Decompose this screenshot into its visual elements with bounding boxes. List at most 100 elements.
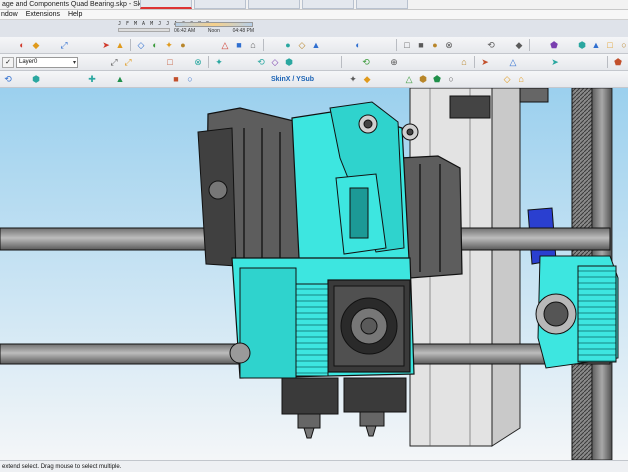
entity-info-icon[interactable] — [416, 56, 428, 68]
scale-icon[interactable]: ◐ — [149, 39, 161, 51]
uv-icon[interactable] — [319, 73, 331, 85]
mirror-icon[interactable] — [577, 56, 589, 68]
soften-icon[interactable] — [430, 56, 442, 68]
record-icon[interactable]: ○ — [184, 73, 196, 85]
pencil-icon[interactable] — [44, 39, 56, 51]
stop-icon[interactable]: ■ — [170, 73, 182, 85]
round-icon[interactable] — [459, 73, 471, 85]
layer-visibility-icon[interactable]: ✓ — [2, 56, 14, 68]
shrink-icon[interactable]: ✚ — [86, 73, 98, 85]
layers-icon[interactable] — [346, 56, 358, 68]
bend-icon[interactable]: ◆ — [361, 73, 373, 85]
bezier-icon[interactable]: ⊗ — [192, 56, 204, 68]
component-icon[interactable]: ⟲ — [485, 39, 497, 51]
chamfer-icon[interactable]: □ — [164, 56, 176, 68]
fredo-scale-icon[interactable]: ⬢ — [417, 73, 429, 85]
twist-icon[interactable] — [375, 73, 387, 85]
month-slider[interactable] — [118, 28, 170, 32]
curviloft-icon[interactable]: ⬟ — [431, 73, 443, 85]
browser-tab[interactable] — [248, 0, 300, 9]
top-view-icon[interactable]: ◇ — [296, 39, 308, 51]
sandbox-icon[interactable]: ⌂ — [458, 56, 470, 68]
rotate-icon[interactable]: ◇ — [135, 39, 147, 51]
polyline-icon[interactable] — [227, 56, 239, 68]
position-camera-icon[interactable]: ○ — [618, 39, 628, 51]
spline-icon[interactable]: ✦ — [213, 56, 225, 68]
smoove-icon[interactable]: △ — [507, 56, 519, 68]
protractor-icon[interactable] — [94, 56, 106, 68]
shaded-icon[interactable]: ■ — [415, 39, 427, 51]
push-pull-icon[interactable]: ➤ — [100, 39, 112, 51]
iso-view-icon[interactable]: ● — [282, 39, 294, 51]
rectangle-icon[interactable]: ⤢ — [58, 39, 70, 51]
joint-push-pull-icon[interactable]: ○ — [445, 73, 457, 85]
stamp-icon[interactable] — [521, 56, 533, 68]
dimension-icon[interactable] — [80, 56, 92, 68]
light-icon[interactable] — [212, 73, 224, 85]
fog-icon[interactable]: ⬟ — [548, 39, 560, 51]
warehouse-icon[interactable] — [499, 39, 511, 51]
outliner-icon[interactable] — [325, 56, 337, 68]
look-around-icon[interactable]: □ — [604, 39, 616, 51]
zoom-extents-icon[interactable] — [268, 39, 280, 51]
browser-tab[interactable] — [302, 0, 354, 9]
crease-icon[interactable] — [16, 73, 28, 85]
shape-bender-icon[interactable]: △ — [403, 73, 415, 85]
move-icon[interactable]: ▲ — [114, 39, 126, 51]
knife-icon[interactable]: ⬢ — [30, 73, 42, 85]
paint-bucket-icon[interactable]: ◆ — [30, 39, 42, 51]
styles-icon[interactable]: ⟲ — [360, 56, 372, 68]
menu-window[interactable]: ndow — [1, 11, 18, 18]
vertex-tools-icon[interactable] — [487, 73, 499, 85]
invert-icon[interactable] — [100, 73, 112, 85]
model-viewport[interactable] — [0, 88, 628, 460]
lock-icon[interactable] — [297, 56, 309, 68]
circle-icon[interactable] — [72, 39, 84, 51]
zoom-icon[interactable]: ⌂ — [247, 39, 259, 51]
right-view-icon[interactable] — [324, 39, 336, 51]
vertex-mode-icon[interactable]: ▲ — [114, 73, 126, 85]
camera-icon[interactable]: ⬢ — [576, 39, 588, 51]
offset-icon[interactable]: ✦ — [163, 39, 175, 51]
section-display-icon[interactable] — [471, 39, 483, 51]
orbit-icon[interactable]: △ — [219, 39, 231, 51]
from-scratch-icon[interactable] — [493, 56, 505, 68]
extension-icon[interactable]: ◆ — [513, 39, 525, 51]
export-icon[interactable] — [529, 73, 541, 85]
layer-dropdown[interactable]: Layer0 ▾ — [16, 56, 78, 68]
textured-icon[interactable]: ● — [429, 39, 441, 51]
xray-icon[interactable] — [366, 39, 378, 51]
3d-text-icon[interactable]: ⤢ — [108, 56, 120, 68]
browser-tab[interactable] — [194, 0, 246, 9]
texture-icon[interactable] — [254, 73, 266, 85]
skin-toolbar-label[interactable]: SkinX / YSub — [268, 76, 317, 83]
text-icon[interactable] — [191, 39, 203, 51]
edge-mode-icon[interactable] — [128, 73, 140, 85]
scenes-icon[interactable]: ⊕ — [388, 56, 400, 68]
projection-icon[interactable]: ✦ — [347, 73, 359, 85]
match-photo-icon[interactable] — [562, 39, 574, 51]
tools-on-surface-icon[interactable] — [473, 73, 485, 85]
back-view-icon[interactable] — [338, 39, 350, 51]
unwrap-icon[interactable] — [333, 73, 345, 85]
drape-icon[interactable] — [535, 56, 547, 68]
explode-icon[interactable] — [241, 56, 253, 68]
curve-icon[interactable] — [178, 56, 190, 68]
array-icon[interactable] — [591, 56, 603, 68]
model-scene[interactable] — [0, 88, 628, 460]
smooth-icon[interactable] — [444, 56, 456, 68]
play-icon[interactable] — [156, 73, 168, 85]
hide-icon[interactable]: ◇ — [269, 56, 281, 68]
materials-icon[interactable] — [374, 56, 386, 68]
axes-icon[interactable] — [205, 39, 217, 51]
eraser-icon[interactable]: ◐ — [16, 39, 28, 51]
arc-icon[interactable] — [86, 39, 98, 51]
fillet-icon[interactable] — [150, 56, 162, 68]
menu-help[interactable]: Help — [68, 11, 82, 18]
from-contours-icon[interactable]: ➤ — [479, 56, 491, 68]
add-detail-icon[interactable]: ➤ — [549, 56, 561, 68]
flip-edge-icon[interactable] — [563, 56, 575, 68]
monochrome-icon[interactable]: ⊗ — [443, 39, 455, 51]
wireframe-icon[interactable] — [380, 39, 392, 51]
tape-measure-icon[interactable]: ● — [177, 39, 189, 51]
